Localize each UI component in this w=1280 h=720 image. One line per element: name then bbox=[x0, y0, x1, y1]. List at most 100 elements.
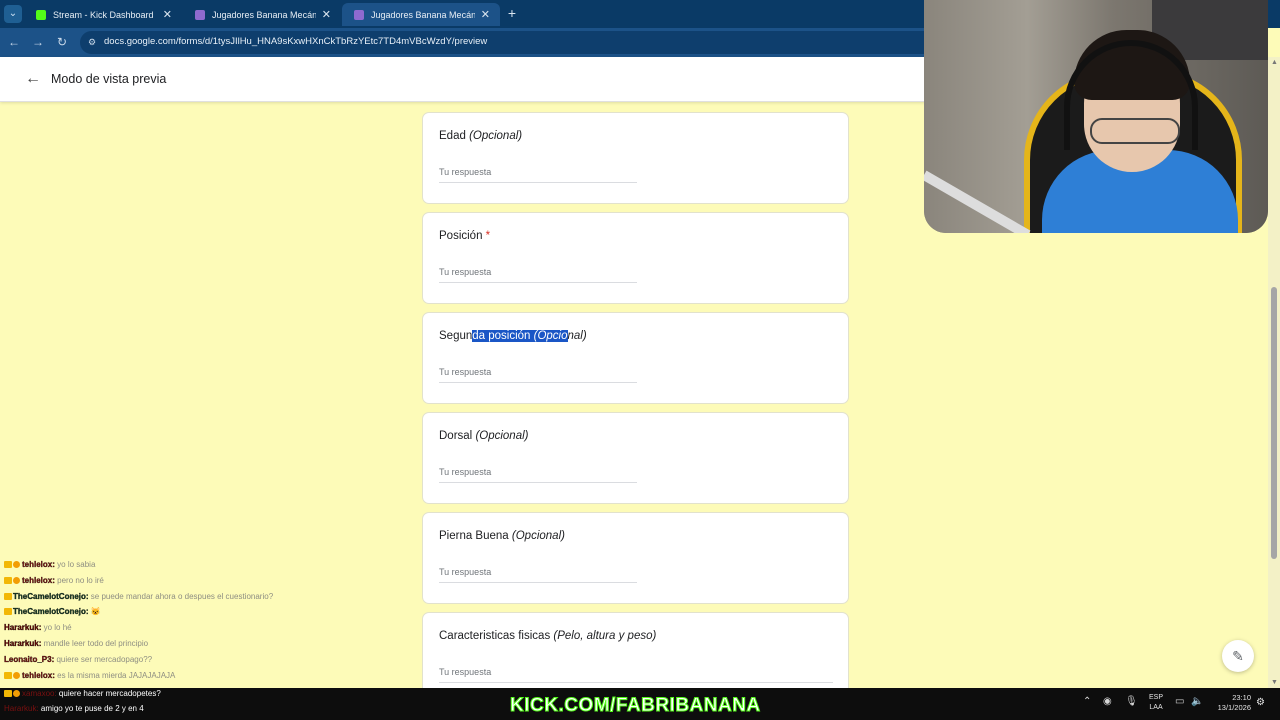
chat-text: yo lo hé bbox=[43, 623, 72, 633]
chat-username: Hararkuk: bbox=[4, 623, 42, 633]
reload-icon[interactable]: ↻ bbox=[53, 33, 71, 51]
crown-badge-icon bbox=[4, 576, 12, 584]
new-tab-plus-icon[interactable]: + bbox=[504, 4, 520, 22]
network-icon[interactable]: ▭ bbox=[1175, 696, 1184, 707]
chat-message: xamaxoo: quiere hacer mercadopetes? bbox=[4, 689, 161, 698]
crown-badge-icon bbox=[4, 671, 12, 679]
chat-text: mandle leer todo del principio bbox=[43, 638, 149, 648]
crown-badge-icon bbox=[4, 608, 12, 616]
sub-badge-icon bbox=[13, 671, 20, 679]
optional-tag: (Opcional) bbox=[469, 130, 523, 142]
keyboard-layout: LAA bbox=[1149, 704, 1163, 711]
question-card-dorsal: Dorsal (Opcional) Tu respuesta bbox=[422, 412, 849, 504]
microphone-icon[interactable]: 🎙 bbox=[1125, 696, 1138, 707]
edit-pencil-icon[interactable]: ✎ bbox=[1222, 640, 1254, 672]
chat-message: tehlelox: es la misma mierda JAJAJAJAJA bbox=[4, 670, 424, 687]
chat-username: TheCamelotConejo: bbox=[13, 607, 89, 617]
optional-tag-rest: nal) bbox=[567, 330, 587, 342]
question-label: Caracteristicas fisicas bbox=[439, 630, 551, 642]
answer-input[interactable]: Tu respuesta bbox=[439, 167, 637, 183]
question-title: Segunda posición (Opcional) bbox=[439, 330, 587, 342]
kick-icon bbox=[36, 9, 46, 20]
answer-input[interactable]: Tu respuesta bbox=[439, 367, 637, 383]
notification-icon[interactable]: ⚙ bbox=[1256, 697, 1265, 708]
question-title: Caracteristicas fisicas (Pelo, altura y … bbox=[439, 630, 656, 642]
tab-forms-edit[interactable]: Jugadores Banana Mecánica - I ✕ bbox=[183, 3, 341, 26]
scroll-up-icon[interactable]: ▲ bbox=[1271, 59, 1278, 66]
answer-textarea[interactable]: Tu respuesta bbox=[439, 667, 833, 683]
page-title: Modo de vista previa bbox=[51, 72, 167, 86]
taskbar: xamaxoo: quiere hacer mercadopetes? Hara… bbox=[0, 688, 1280, 720]
question-label: Dorsal bbox=[439, 430, 473, 442]
optional-tag: (Pelo, altura y peso) bbox=[553, 630, 657, 642]
system-clock[interactable]: 23:10 13/1/2026 bbox=[1207, 693, 1251, 713]
chat-username: Hararkuk: bbox=[4, 704, 39, 713]
close-icon[interactable]: ✕ bbox=[322, 8, 331, 21]
language-indicator[interactable]: ESP LAA bbox=[1149, 693, 1163, 713]
question-label-start: Segun bbox=[439, 330, 473, 342]
chat-message: tehlelox: yo lo sabia bbox=[4, 560, 424, 576]
selected-optional-tag: (Opcio bbox=[533, 330, 568, 342]
volume-icon[interactable]: 🔈 bbox=[1191, 696, 1203, 707]
chat-username: tehlelox: bbox=[22, 575, 55, 585]
scrollbar-thumb[interactable] bbox=[1271, 287, 1277, 559]
tab-search-chevron-icon[interactable]: ⌄ bbox=[4, 5, 22, 23]
question-title: Pierna Buena (Opcional) bbox=[439, 530, 565, 542]
sub-badge-icon bbox=[13, 561, 20, 568]
language-code: ESP bbox=[1149, 694, 1164, 701]
answer-input[interactable]: Tu respuesta bbox=[439, 267, 637, 283]
question-title: Posición * bbox=[439, 230, 490, 242]
tab-kick-dashboard[interactable]: Stream - Kick Dashboard ✕ bbox=[24, 3, 182, 26]
chat-message: Leonaito_P3: quiere ser mercadopago?? bbox=[4, 655, 424, 671]
chat-username: Leonaito_P3: bbox=[4, 654, 55, 664]
back-icon[interactable]: ← bbox=[5, 33, 23, 51]
page-scrollbar[interactable]: ▲ ▼ bbox=[1268, 57, 1280, 688]
tab-label: Stream - Kick Dashboard bbox=[53, 9, 154, 20]
form-body: Edad (Opcional) Tu respuesta Posición * … bbox=[422, 102, 849, 688]
chat-text: quiere hacer mercadopetes? bbox=[58, 689, 161, 698]
tab-label: Jugadores Banana Mecánica - I bbox=[212, 9, 316, 20]
question-card-posicion: Posición * Tu respuesta bbox=[422, 212, 849, 304]
chat-username: tehlelox: bbox=[22, 560, 55, 569]
scroll-down-icon[interactable]: ▼ bbox=[1271, 679, 1278, 686]
chat-message: Hararkuk: mandle leer todo del principio bbox=[4, 639, 424, 655]
crown-badge-icon bbox=[4, 561, 12, 568]
forward-icon[interactable]: → bbox=[29, 33, 47, 51]
chat-text: se puede mandar ahora o despues el cuest… bbox=[90, 591, 274, 601]
answer-input[interactable]: Tu respuesta bbox=[439, 567, 637, 583]
clock-time: 23:10 bbox=[1232, 693, 1251, 702]
browser-toolbar: ← → ↻ ⚙ docs.google.com/forms/d/1tysJIlH… bbox=[0, 28, 926, 57]
question-label: Posición bbox=[439, 230, 483, 242]
question-card-pierna-buena: Pierna Buena (Opcional) Tu respuesta bbox=[422, 512, 849, 604]
answer-input[interactable]: Tu respuesta bbox=[439, 467, 637, 483]
forms-icon bbox=[195, 9, 205, 20]
close-icon[interactable]: ✕ bbox=[481, 8, 490, 21]
chat-text: es la misma mierda JAJAJAJAJA bbox=[57, 670, 176, 680]
question-label: Edad bbox=[439, 130, 466, 142]
question-title: Edad (Opcional) bbox=[439, 130, 522, 142]
optional-tag: (Opcional) bbox=[475, 430, 529, 442]
arrow-back-icon[interactable]: ← bbox=[24, 70, 42, 88]
site-info-icon[interactable]: ⚙ bbox=[88, 36, 100, 48]
chat-text: pero no lo iré bbox=[57, 575, 104, 585]
chat-username: tehlelox: bbox=[22, 670, 55, 680]
chat-username: Hararkuk: bbox=[4, 638, 42, 648]
chat-text: quiere ser mercadopago?? bbox=[56, 654, 153, 664]
tab-label: Jugadores Banana Mecánica bbox=[371, 9, 475, 20]
question-card-segunda-posicion: Segunda posición (Opcional) Tu respuesta bbox=[422, 312, 849, 404]
security-icon[interactable]: ◉ bbox=[1103, 696, 1112, 707]
streamer-webcam bbox=[924, 0, 1268, 233]
chat-message: Hararkuk: amigo yo te puse de 2 y en 4 bbox=[4, 704, 144, 713]
stream-chat: tehlelox: yo lo sabia tehlelox: pero no … bbox=[4, 560, 424, 686]
chat-message: tehlelox: pero no lo iré bbox=[4, 576, 424, 592]
crown-badge-icon bbox=[4, 690, 12, 697]
question-label: Pierna Buena bbox=[439, 530, 509, 542]
chevron-up-icon[interactable]: ⌃ bbox=[1083, 696, 1091, 707]
optional-tag: (Opcional) bbox=[511, 530, 565, 542]
tab-forms-preview[interactable]: Jugadores Banana Mecánica ✕ bbox=[342, 3, 500, 26]
address-bar[interactable]: ⚙ docs.google.com/forms/d/1tysJIlHu_HNA9… bbox=[80, 31, 926, 54]
close-icon[interactable]: ✕ bbox=[163, 8, 172, 21]
selected-text: da posición bbox=[472, 330, 534, 342]
sub-badge-icon bbox=[13, 690, 20, 697]
url-text: docs.google.com/forms/d/1tysJIlHu_HNA9sK… bbox=[104, 36, 488, 47]
